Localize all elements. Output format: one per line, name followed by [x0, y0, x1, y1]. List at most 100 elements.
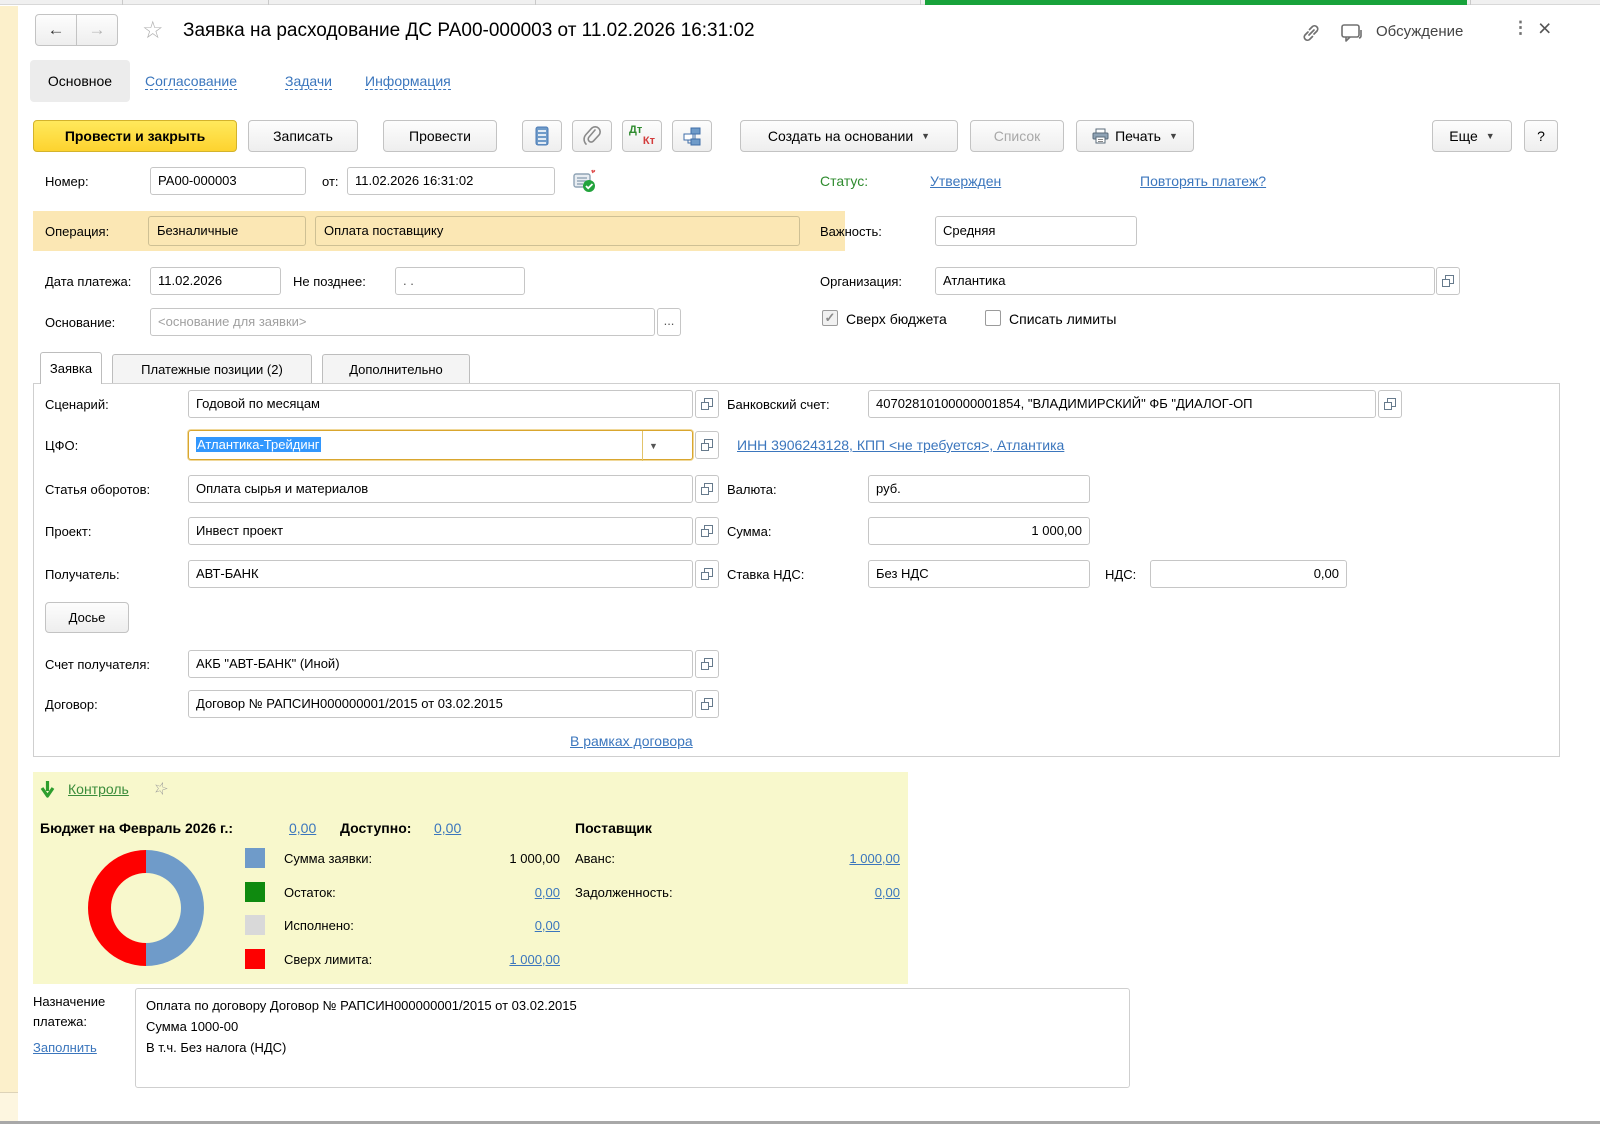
related-documents-button[interactable]	[672, 120, 712, 152]
dt-kt-button[interactable]: Дт Кт	[622, 120, 662, 152]
tab-request[interactable]: Заявка	[40, 352, 102, 384]
not-later-input[interactable]: . .	[395, 267, 525, 295]
advance-value-link[interactable]: 1 000,00	[800, 851, 900, 866]
more-label: Еще	[1449, 128, 1478, 144]
contract-field[interactable]: Договор № РАПСИН000000001/2015 от 03.02.…	[188, 690, 693, 718]
amount-field[interactable]: 1 000,00	[868, 517, 1090, 545]
print-button[interactable]: Печать ▼	[1076, 120, 1194, 152]
turnover-field[interactable]: Оплата сырья и материалов	[188, 475, 693, 503]
vat-rate-field[interactable]: Без НДС	[868, 560, 1090, 588]
write-limits-label: Списать лимиты	[1009, 311, 1117, 327]
scenario-field[interactable]: Годовой по месяцам	[188, 390, 693, 418]
more-menu-icon[interactable]: ⋮	[1512, 18, 1529, 38]
in-contract-link[interactable]: В рамках договора	[570, 733, 693, 749]
organization-field[interactable]: Атлантика	[935, 267, 1435, 295]
favorite-star-icon[interactable]: ☆	[142, 16, 164, 45]
tabstrip-separator	[535, 0, 536, 5]
contract-choose-button[interactable]	[695, 690, 719, 718]
not-later-label: Не позднее:	[293, 274, 366, 289]
legend-swatch-executed	[245, 915, 265, 935]
discussion-label[interactable]: Обсуждение	[1376, 23, 1463, 40]
save-button[interactable]: Записать	[248, 120, 358, 152]
tab-additional[interactable]: Дополнительно	[322, 354, 470, 384]
register-icon	[535, 126, 549, 146]
post-and-close-button[interactable]: Провести и закрыть	[33, 120, 237, 152]
operation-label: Операция:	[45, 224, 110, 239]
create-based-on-button[interactable]: Создать на основании ▼	[740, 120, 958, 152]
tabstrip-separator	[920, 0, 921, 5]
pay-date-label: Дата платежа:	[45, 274, 132, 289]
cfo-field[interactable]: Атлантика-Трейдинг ▼	[188, 430, 693, 461]
basis-input[interactable]: <основание для заявки>	[150, 308, 655, 336]
close-icon[interactable]: ×	[1538, 15, 1551, 42]
control-link[interactable]: Контроль	[68, 781, 129, 797]
project-choose-button[interactable]	[695, 517, 719, 545]
number-label: Номер:	[45, 174, 89, 189]
post-button[interactable]: Провести	[383, 120, 497, 152]
collapse-arrow-icon[interactable]	[40, 780, 55, 798]
payee-field[interactable]: АВТ-БАНК	[188, 560, 693, 588]
scenario-choose-button[interactable]	[695, 390, 719, 418]
organization-choose-button[interactable]	[1436, 267, 1460, 295]
repeat-payment-link[interactable]: Повторять платеж?	[1140, 173, 1266, 189]
budget-donut-chart	[88, 850, 204, 966]
importance-field[interactable]: Средняя	[935, 216, 1137, 246]
status-value-link[interactable]: Утвержден	[930, 173, 1001, 189]
contract-label: Договор:	[45, 697, 98, 712]
dossier-button[interactable]: Досье	[45, 602, 129, 633]
vat-field[interactable]: 0,00	[1150, 560, 1347, 588]
available-label: Доступно:	[340, 820, 412, 836]
help-button[interactable]: ?	[1524, 120, 1558, 152]
legend-value-executed-link[interactable]: 0,00	[460, 918, 560, 933]
project-field[interactable]: Инвест проект	[188, 517, 693, 545]
cash-type-field[interactable]: Безналичные	[148, 216, 306, 246]
fill-link[interactable]: Заполнить	[33, 1040, 97, 1055]
tab-payment-positions[interactable]: Платежные позиции (2)	[112, 354, 312, 384]
turnover-choose-button[interactable]	[695, 475, 719, 503]
register-records-button[interactable]	[522, 120, 562, 152]
pay-date-input[interactable]: 11.02.2026	[150, 267, 281, 295]
paperclip-icon	[583, 126, 601, 145]
more-button[interactable]: Еще ▼	[1432, 120, 1512, 152]
list-button[interactable]: Список	[970, 120, 1064, 152]
cfo-choose-button[interactable]	[695, 431, 719, 459]
form-left-margin	[0, 6, 18, 1092]
choose-icon	[1442, 275, 1454, 287]
history-nav-group: ← →	[35, 14, 119, 48]
choose-icon	[701, 439, 713, 451]
payee-account-choose-button[interactable]	[695, 650, 719, 678]
bank-account-choose-button[interactable]	[1378, 390, 1402, 418]
debt-value-link[interactable]: 0,00	[800, 885, 900, 900]
copy-link-icon[interactable]	[1300, 22, 1322, 44]
number-input[interactable]: РА00-000003	[150, 167, 306, 195]
nav-item-main[interactable]: Основное	[30, 60, 130, 102]
budget-value-link[interactable]: 0,00	[289, 820, 316, 836]
payee-account-field[interactable]: АКБ "АВТ-БАНК" (Иной)	[188, 650, 693, 678]
operation-kind-field[interactable]: Оплата поставщику	[315, 216, 800, 246]
currency-field[interactable]: руб.	[868, 475, 1090, 503]
basis-more-button[interactable]: ...	[657, 308, 681, 336]
discussion-icon[interactable]	[1340, 22, 1364, 44]
bank-account-field[interactable]: 40702810100000001854, "ВЛАДИМИРСКИЙ" ФБ …	[868, 390, 1376, 418]
payee-account-label: Счет получателя:	[45, 657, 151, 672]
status-label: Статус:	[820, 173, 869, 189]
legend-value-over-limit-link[interactable]: 1 000,00	[460, 952, 560, 967]
cfo-label: ЦФО:	[45, 438, 79, 453]
payee-choose-button[interactable]	[695, 560, 719, 588]
over-budget-checkbox[interactable]: ✓	[822, 310, 838, 326]
purpose-textarea[interactable]: Оплата по договору Договор № РАПСИН00000…	[135, 988, 1130, 1088]
nav-item-info[interactable]: Информация	[365, 73, 451, 90]
forward-button[interactable]: →	[76, 14, 118, 46]
posted-doc-icon[interactable]	[572, 168, 598, 194]
attachments-button[interactable]	[572, 120, 612, 152]
available-value-link[interactable]: 0,00	[434, 820, 461, 836]
nav-item-approval[interactable]: Согласование	[145, 73, 237, 90]
back-button[interactable]: ←	[35, 14, 77, 46]
inn-kpp-link[interactable]: ИНН 3906243128, КПП <не требуется>, Атла…	[737, 437, 1064, 453]
datetime-input[interactable]: 11.02.2026 16:31:02	[347, 167, 555, 195]
write-limits-checkbox[interactable]	[985, 310, 1001, 326]
nav-item-tasks[interactable]: Задачи	[285, 73, 333, 90]
cfo-dropdown-arrow[interactable]: ▼	[642, 431, 664, 461]
chevron-down-icon: ▼	[1485, 131, 1495, 141]
legend-value-remainder-link[interactable]: 0,00	[460, 885, 560, 900]
